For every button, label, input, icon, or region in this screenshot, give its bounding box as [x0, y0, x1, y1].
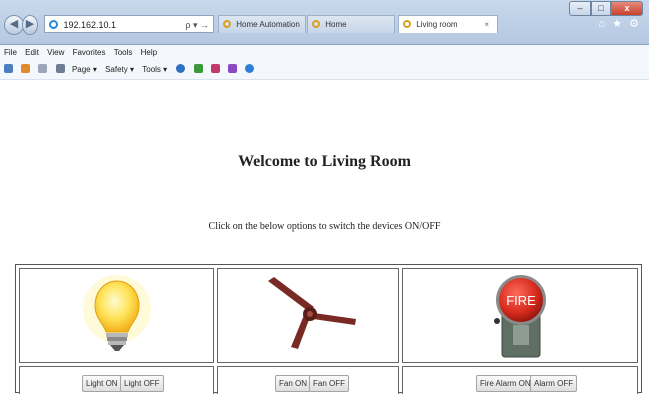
ceiling-fan-icon	[268, 277, 356, 349]
help-icon[interactable]	[176, 64, 186, 73]
ie-logo-icon	[49, 20, 58, 29]
window-controls: – □ x	[569, 1, 643, 16]
fan-image-cell	[217, 268, 399, 363]
menu-edit[interactable]: Edit	[25, 48, 39, 57]
minimize-button[interactable]: –	[569, 1, 591, 16]
menu-tools[interactable]: Tools	[114, 48, 133, 57]
tab-living-room[interactable]: Living room ×	[398, 15, 498, 33]
maximize-button[interactable]: □	[591, 1, 611, 16]
home-icon[interactable]	[4, 64, 13, 73]
menu-file[interactable]: File	[4, 48, 17, 57]
fire-alarm-on-button[interactable]: Fire Alarm ON	[476, 375, 535, 392]
tab-label: Living room	[416, 20, 458, 29]
address-bar[interactable]: 192.162.10.1 ρ ▾ →	[44, 15, 214, 33]
menu-favorites[interactable]: Favorites	[73, 48, 106, 57]
light-off-button[interactable]: Light OFF	[120, 375, 164, 392]
fan-off-button[interactable]: Fan OFF	[309, 375, 350, 392]
fire-alarm-image-cell: FIRE	[402, 268, 638, 363]
menu-bar: File Edit View Favorites Tools Help	[0, 45, 649, 61]
instructions-text: Click on the below options to switch the…	[208, 221, 441, 232]
back-button[interactable]: ◀	[4, 15, 24, 35]
close-tab-icon[interactable]: ×	[484, 16, 489, 33]
tab-label: Home Automation	[236, 20, 300, 29]
fan-controls-cell: Fan ON Fan OFF	[217, 366, 399, 394]
light-image-cell	[19, 268, 214, 363]
back-arrow-icon: ◀	[9, 18, 19, 30]
tab-label: Home	[325, 20, 347, 29]
forward-button[interactable]: ▶	[22, 15, 38, 35]
device-table: FIRE Light ON Light OFF Fan ON Fan OFF F…	[15, 264, 642, 394]
research-icon[interactable]	[210, 64, 220, 73]
tab-home[interactable]: Home	[307, 15, 395, 33]
tab-home-automation[interactable]: Home Automation	[218, 15, 306, 33]
command-bar: Page ▾ Safety ▾ Tools ▾	[0, 61, 649, 80]
light-on-button[interactable]: Light ON	[82, 375, 122, 392]
light-controls-cell: Light ON Light OFF	[19, 366, 214, 394]
alarm-off-button[interactable]: Alarm OFF	[530, 375, 578, 392]
fire-alarm-controls-cell: Fire Alarm ON Alarm OFF	[402, 366, 638, 394]
fan-on-button[interactable]: Fan ON	[275, 375, 312, 392]
page-icon	[403, 20, 411, 28]
menu-view[interactable]: View	[47, 48, 64, 57]
forward-arrow-icon: ▶	[25, 18, 35, 30]
menu-help[interactable]: Help	[141, 48, 157, 57]
onenote-icon[interactable]	[228, 64, 238, 73]
close-window-button[interactable]: x	[611, 1, 643, 16]
page-icon	[223, 20, 231, 28]
tools-menu[interactable]: Tools ▾	[142, 65, 167, 74]
address-url[interactable]: 192.162.10.1	[64, 20, 117, 30]
print-icon[interactable]	[55, 64, 65, 73]
fire-alarm-label: FIRE	[506, 293, 536, 308]
page-title: Welcome to Living Room	[238, 153, 411, 170]
page-icon	[312, 20, 320, 28]
safety-menu[interactable]: Safety ▾	[105, 65, 134, 74]
skype-icon[interactable]	[245, 64, 255, 73]
mail-icon[interactable]	[38, 64, 48, 73]
fire-alarm-icon: FIRE	[494, 275, 546, 358]
search-refresh-icons[interactable]: ρ ▾ →	[185, 16, 209, 34]
page-menu[interactable]: Page ▾	[72, 65, 97, 74]
browser-titlebar: – □ x ◀ ▶ 192.162.10.1 ρ ▾ → Home Automa…	[0, 0, 649, 45]
browser-right-tools[interactable]: ⌂ ★ ⚙	[599, 17, 641, 30]
addon-icon[interactable]	[193, 64, 203, 73]
light-bulb-icon	[83, 275, 151, 351]
feeds-icon[interactable]	[21, 64, 31, 73]
